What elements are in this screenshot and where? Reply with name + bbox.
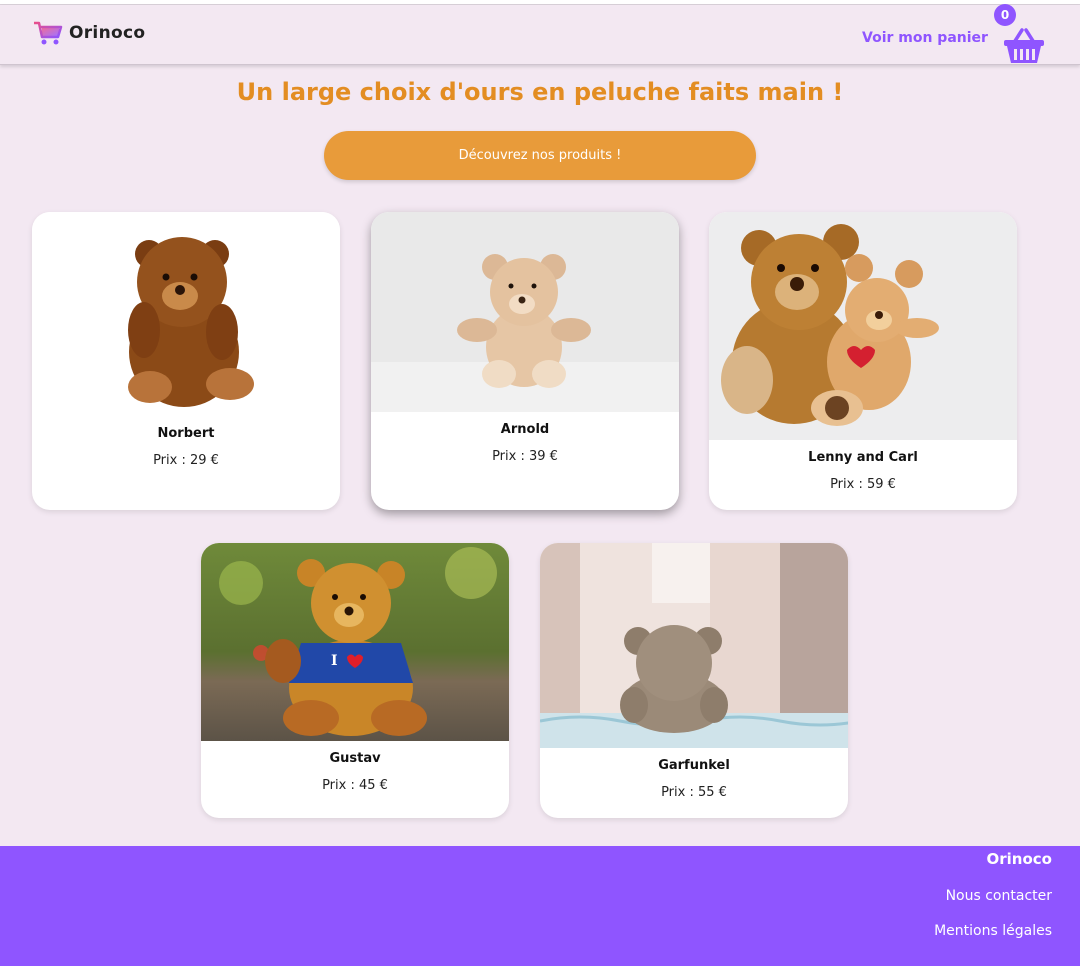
product-image	[709, 212, 1017, 440]
basket-icon[interactable]	[1003, 27, 1045, 65]
product-card-garfunkel[interactable]: Garfunkel Prix : 55 €	[540, 543, 848, 818]
product-price: Prix : 45 €	[322, 778, 388, 793]
product-card-lenny-and-carl[interactable]: Lenny and Carl Prix : 59 €	[709, 212, 1017, 510]
site-header: Orinoco Voir mon panier	[0, 5, 1080, 65]
cart-count-badge: 0	[994, 4, 1016, 26]
legal-notice-link[interactable]: Mentions légales	[934, 923, 1052, 939]
product-image	[371, 212, 679, 412]
discover-products-button[interactable]: Découvrez nos produits !	[324, 131, 756, 180]
svg-text:I: I	[331, 653, 338, 669]
product-name: Gustav	[329, 751, 381, 766]
contact-link[interactable]: Nous contacter	[946, 888, 1052, 904]
brand-logo[interactable]: Orinoco	[33, 19, 145, 47]
page-title: Un large choix d'ours en peluche faits m…	[236, 78, 844, 106]
footer-brand: Orinoco	[986, 850, 1052, 868]
product-price: Prix : 55 €	[661, 785, 727, 800]
product-price: Prix : 29 €	[153, 453, 219, 468]
product-card-norbert[interactable]: Norbert Prix : 29 €	[32, 212, 340, 510]
product-image	[540, 543, 848, 748]
view-cart-link[interactable]: Voir mon panier	[862, 30, 988, 46]
product-name: Lenny and Carl	[808, 450, 918, 465]
product-name: Arnold	[500, 422, 550, 437]
product-image	[32, 212, 340, 412]
product-image: I	[201, 543, 509, 741]
brand-name: Orinoco	[69, 23, 146, 43]
product-name: Norbert	[157, 426, 215, 441]
product-name: Garfunkel	[658, 758, 730, 773]
site-footer: Orinoco Nous contacter Mentions légales	[0, 846, 1080, 966]
product-card-gustav[interactable]: I Gustav Prix : 45 €	[201, 543, 509, 818]
product-price: Prix : 39 €	[492, 449, 558, 464]
product-price: Prix : 59 €	[830, 477, 896, 492]
shopping-cart-logo-icon	[34, 21, 63, 45]
product-card-arnold[interactable]: Arnold Prix : 39 €	[371, 212, 679, 510]
